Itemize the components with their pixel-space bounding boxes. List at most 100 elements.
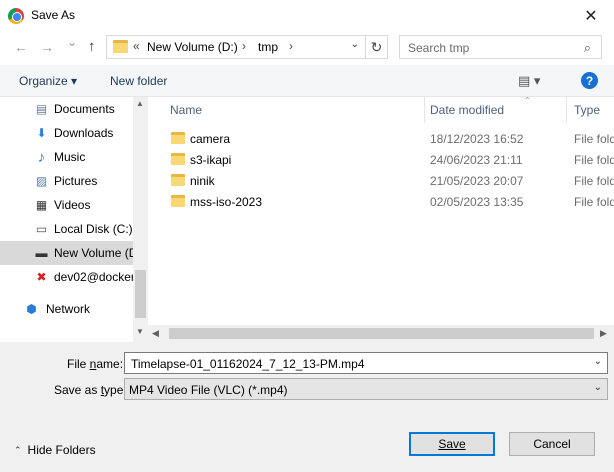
sidebar-item-dev02-docker[interactable]: ✖ dev02@docker [0, 265, 133, 289]
sidebar-item-label: Music [54, 150, 86, 164]
chevron-down-icon[interactable]: ⌄ [594, 382, 602, 393]
file-name: s3-ikapi [190, 153, 232, 167]
chevron-down-icon[interactable]: ⌄ [594, 356, 602, 367]
sidebar-item-local-disk[interactable]: ▭ Local Disk (C:) [0, 217, 133, 241]
network-icon: ⬢ [26, 302, 37, 316]
file-type: File folder [574, 195, 614, 209]
videos-icon: ▦ [35, 198, 48, 212]
sidebar-item-label: Downloads [54, 126, 114, 140]
address-dropdown-icon[interactable]: ⌄ [351, 39, 359, 50]
file-date: 24/06/2023 21:11 [430, 153, 523, 167]
breadcrumb-separator[interactable]: › [289, 39, 293, 53]
organize-button[interactable]: Organize ▾ [19, 74, 77, 88]
folder-icon [171, 132, 185, 144]
navigation-pane: ▤ Documents ⬇ Downloads ♪ Music ▨ Pictur… [0, 97, 148, 342]
filename-label: File name: [67, 357, 124, 371]
table-row[interactable]: camera 18/12/2023 16:52 File folder [148, 128, 614, 149]
title-bar: Save As ✕ [0, 0, 614, 31]
search-placeholder: Search tmp [408, 41, 470, 55]
folder-icon [113, 40, 128, 53]
savetype-value: MP4 Video File (VLC) (*.mp4) [129, 383, 288, 397]
music-icon: ♪ [37, 148, 46, 166]
recent-locations-icon[interactable]: ⌄ [67, 35, 77, 49]
sidebar-item-videos[interactable]: ▦ Videos [0, 193, 133, 217]
cancel-button[interactable]: Cancel [509, 432, 595, 456]
search-input[interactable]: Search tmp ⌕ [399, 35, 602, 59]
column-divider[interactable] [566, 97, 567, 123]
horizontal-scrollbar[interactable]: ◀ ▶ [148, 325, 614, 342]
file-name: mss-iso-2023 [190, 195, 263, 209]
filename-input[interactable]: Timelapse-01_01162024_7_12_13-PM.mp4 ⌄ [124, 352, 608, 374]
breadcrumb-separator[interactable]: › [242, 39, 246, 53]
file-name: camera [190, 132, 231, 146]
chevron-up-icon: ⌃ [14, 444, 22, 455]
column-header-date-modified[interactable]: Date modified [430, 103, 504, 123]
table-row[interactable]: s3-ikapi 24/06/2023 21:11 File folder [148, 149, 614, 170]
forward-arrow-icon[interactable]: → [40, 39, 54, 55]
window-title: Save As [31, 8, 76, 22]
sidebar-item-label: Videos [54, 198, 91, 212]
documents-icon: ▤ [35, 102, 48, 116]
local-disk-icon: ▭ [35, 222, 48, 236]
save-form: File name: Timelapse-01_01162024_7_12_13… [0, 342, 614, 472]
table-row[interactable]: ninik 21/05/2023 20:07 File folder [148, 170, 614, 191]
folder-icon [171, 153, 185, 165]
folder-icon [171, 195, 185, 207]
sidebar-item-downloads[interactable]: ⬇ Downloads [0, 121, 133, 145]
sidebar-item-label: Pictures [54, 174, 98, 188]
chrome-app-icon [8, 8, 24, 24]
view-options-icon[interactable]: ▤ ▾ [518, 73, 540, 89]
close-button[interactable]: ✕ [568, 0, 614, 31]
drive-icon: ▬ [35, 246, 48, 260]
refresh-icon[interactable]: ↻ [365, 36, 387, 58]
file-date: 02/05/2023 13:35 [430, 195, 524, 209]
back-arrow-icon[interactable]: ← [14, 39, 28, 55]
network-drive-icon: ✖ [36, 270, 47, 284]
sidebar-item-label: New Volume (D:) [54, 246, 133, 260]
filename-value: Timelapse-01_01162024_7_12_13-PM.mp4 [131, 357, 365, 371]
scroll-down-icon[interactable]: ▼ [136, 327, 144, 336]
column-divider[interactable] [424, 97, 425, 123]
file-type: File folder [574, 174, 614, 188]
sidebar-item-network[interactable]: ⬢ Network [0, 297, 133, 321]
file-type: File folder [574, 153, 614, 167]
scroll-thumb[interactable] [169, 328, 594, 339]
command-toolbar: Organize ▾ New folder ▤ ▾ ? [0, 65, 614, 97]
breadcrumb-new-volume[interactable]: New Volume (D:) [147, 40, 238, 54]
hide-folders-button[interactable]: ⌃ Hide Folders [14, 443, 96, 457]
column-header-name[interactable]: Name [170, 103, 202, 123]
up-arrow-icon[interactable]: ↑ [88, 38, 96, 55]
sidebar-item-label: Local Disk (C:) [54, 222, 133, 236]
column-header-type[interactable]: Type [574, 103, 600, 123]
sidebar-item-label: dev02@docker [54, 270, 133, 284]
sidebar-item-label: Network [46, 302, 91, 316]
scroll-left-icon[interactable]: ◀ [152, 328, 159, 339]
save-as-type-select[interactable]: MP4 Video File (VLC) (*.mp4) ⌄ [124, 378, 608, 400]
savetype-label: Save as type: [54, 383, 127, 397]
hide-folders-label: Hide Folders [27, 443, 96, 457]
sidebar-item-new-volume[interactable]: ▬ New Volume (D:) [0, 241, 133, 265]
sidebar-item-music[interactable]: ♪ Music [0, 145, 133, 169]
breadcrumb-tmp[interactable]: tmp [258, 40, 278, 54]
scroll-thumb[interactable] [135, 270, 146, 318]
file-type: File folder [574, 132, 614, 146]
downloads-icon: ⬇ [36, 126, 47, 140]
sidebar-item-label: Documents [54, 102, 115, 116]
scroll-up-icon[interactable]: ▲ [136, 99, 144, 108]
sidebar-scrollbar[interactable]: ▲ ▼ [133, 97, 148, 342]
scroll-right-icon[interactable]: ▶ [600, 328, 607, 339]
new-folder-button[interactable]: New folder [110, 74, 167, 88]
search-icon[interactable]: ⌕ [584, 40, 591, 56]
sidebar-item-pictures[interactable]: ▨ Pictures [0, 169, 133, 193]
address-bar[interactable]: « New Volume (D:) › tmp › ⌄ ↻ [106, 35, 388, 59]
table-row[interactable]: mss-iso-2023 02/05/2023 13:35 File folde… [148, 191, 614, 212]
file-date: 18/12/2023 16:52 [430, 132, 524, 146]
sort-indicator-icon: ⌃ [524, 96, 531, 105]
file-name: ninik [190, 174, 215, 188]
navigation-bar: ← → ⌄ ↑ « New Volume (D:) › tmp › ⌄ ↻ Se… [0, 31, 614, 65]
help-icon[interactable]: ? [581, 72, 598, 89]
save-button[interactable]: Save [409, 432, 495, 456]
breadcrumb-overflow[interactable]: « [133, 39, 140, 53]
sidebar-item-documents[interactable]: ▤ Documents [0, 97, 133, 121]
folder-icon [171, 174, 185, 186]
